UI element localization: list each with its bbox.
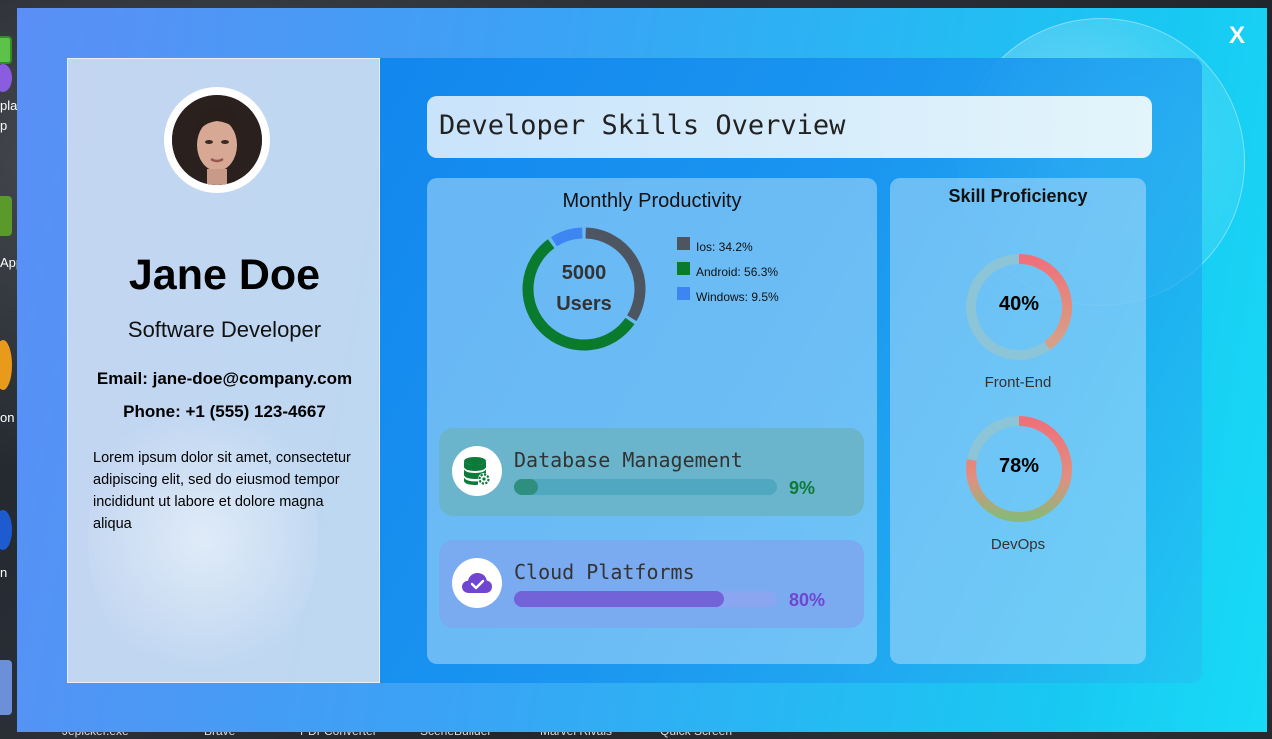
proficiency-title: Skill Proficiency (948, 186, 1088, 206)
ring-percent: 78% (998, 455, 1040, 477)
donut-center-value: 5000 (561, 262, 607, 284)
donut-slice-windows (550, 227, 583, 247)
desktop-app-icon[interactable] (0, 660, 12, 715)
legend-item-ios: Ios: 34.2% (677, 234, 779, 259)
legend-swatch (677, 262, 690, 275)
donut-center-unit: Users (556, 293, 612, 315)
decorative-glow (88, 389, 318, 682)
legend-item-windows: Windows: 9.5% (677, 284, 779, 309)
database-icon (452, 446, 502, 496)
dashboard-header: Developer Skills Overview (427, 96, 1152, 158)
productivity-card: Monthly Productivity 5000 Users Ios: 34.… (427, 178, 877, 664)
ring-percent: 40% (998, 293, 1040, 315)
desktop-app-icon[interactable] (0, 340, 12, 390)
donut-center-text: 5000 Users (519, 258, 649, 320)
skill-progress-track (514, 591, 777, 607)
desktop-app-icon[interactable] (0, 64, 12, 92)
desktop-label: on (0, 410, 15, 425)
profile-name: Jane Doe (128, 251, 321, 299)
profile-bio: Lorem ipsum dolor sit amet, consectetur … (93, 450, 351, 532)
app-window: X Jane Doe Software Developer Email: jan… (17, 8, 1267, 732)
skill-percent: 80% (789, 590, 826, 610)
skill-label: Cloud Platforms (514, 560, 695, 584)
proficiency-card: Skill Proficiency 40% Front-End 78% DevO… (890, 178, 1146, 664)
avatar (164, 87, 270, 193)
legend-label: Android: 56.3% (696, 264, 779, 279)
avatar-photo (172, 95, 262, 185)
profile-role: Software Developer (127, 317, 322, 342)
skill-percent: 9% (789, 478, 816, 498)
cloud-check-icon (452, 558, 502, 608)
dashboard-title: Developer Skills Overview (439, 110, 846, 141)
skill-card-database[interactable]: Database Management 9% (439, 428, 864, 516)
skill-label: Database Management (514, 448, 743, 472)
legend-item-android: Android: 56.3% (677, 259, 779, 284)
desktop-app-icon[interactable] (0, 510, 12, 550)
dashboard-panel: Developer Skills Overview Monthly Produc… (380, 58, 1202, 683)
legend-swatch (677, 237, 690, 250)
close-button[interactable]: X (1223, 22, 1251, 50)
legend-swatch (677, 287, 690, 300)
desktop-app-icon[interactable] (0, 36, 12, 64)
desktop-label: p (0, 118, 8, 133)
skill-card-cloud[interactable]: Cloud Platforms 80% (439, 540, 864, 628)
profile-panel: Jane Doe Software Developer Email: jane-… (67, 58, 380, 683)
desktop-label: n (0, 565, 8, 580)
ring-label: DevOps (990, 536, 1046, 553)
desktop-app-icon[interactable] (0, 196, 12, 236)
skill-progress-fill (514, 479, 538, 495)
profile-email: Email: jane-doe@company.com (96, 369, 353, 388)
profile-phone: Phone: +1 (555) 123-4667 (123, 402, 326, 421)
skill-progress-fill (514, 591, 725, 607)
legend-label: Ios: 34.2% (696, 239, 753, 254)
productivity-title: Monthly Productivity (562, 190, 742, 212)
productivity-legend: Ios: 34.2% Android: 56.3% Windows: 9.5% (677, 234, 779, 309)
ring-label: Front-End (984, 374, 1052, 391)
skill-progress-track (514, 479, 777, 495)
legend-label: Windows: 9.5% (696, 289, 779, 304)
